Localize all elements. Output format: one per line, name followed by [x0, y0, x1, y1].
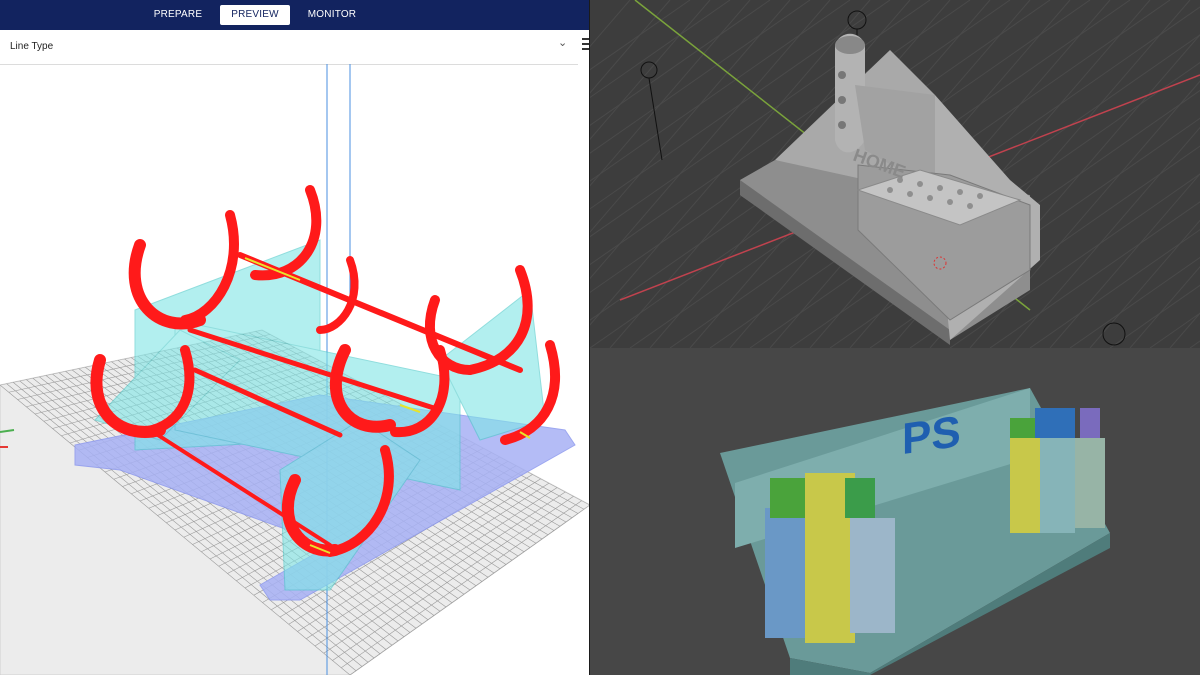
- tab-monitor[interactable]: MONITOR: [300, 5, 364, 25]
- viewport-grid-line: [1109, 284, 1200, 348]
- blender-viewport[interactable]: HOME: [590, 0, 1200, 348]
- pen-holders-right: [1010, 408, 1105, 533]
- view-type-label: Line Type: [10, 41, 54, 52]
- stage-tabs-bar: PREPARE PREVIEW MONITOR: [0, 0, 590, 30]
- viewport-grid-line: [1189, 340, 1200, 348]
- tab-prepare[interactable]: PREPARE: [146, 5, 210, 25]
- viewport-grid-line: [590, 0, 711, 140]
- view-type-dropdown[interactable]: Line Type ⌄: [0, 30, 578, 65]
- holder-model[interactable]: HOME: [740, 33, 1040, 345]
- viewport-grid-line: [590, 0, 631, 48]
- logo-text: PS: [902, 407, 961, 464]
- viewport-grid-line: [1129, 266, 1200, 348]
- viewport-grid-line: [1049, 173, 1200, 348]
- viewport-grid-line: [590, 0, 731, 99]
- render-canvas: PS: [720, 388, 1110, 675]
- chevron-down-icon[interactable]: ⌄: [558, 36, 567, 49]
- slicer-panel: PREPARE PREVIEW MONITOR Line Type ⌄: [0, 0, 590, 675]
- tab-preview[interactable]: PREVIEW: [220, 5, 290, 25]
- slicer-viewport[interactable]: [0, 64, 590, 675]
- viewport-grid-line: [590, 0, 751, 187]
- render-panel: PS: [590, 348, 1200, 675]
- blender-canvas: HOME: [590, 0, 1200, 348]
